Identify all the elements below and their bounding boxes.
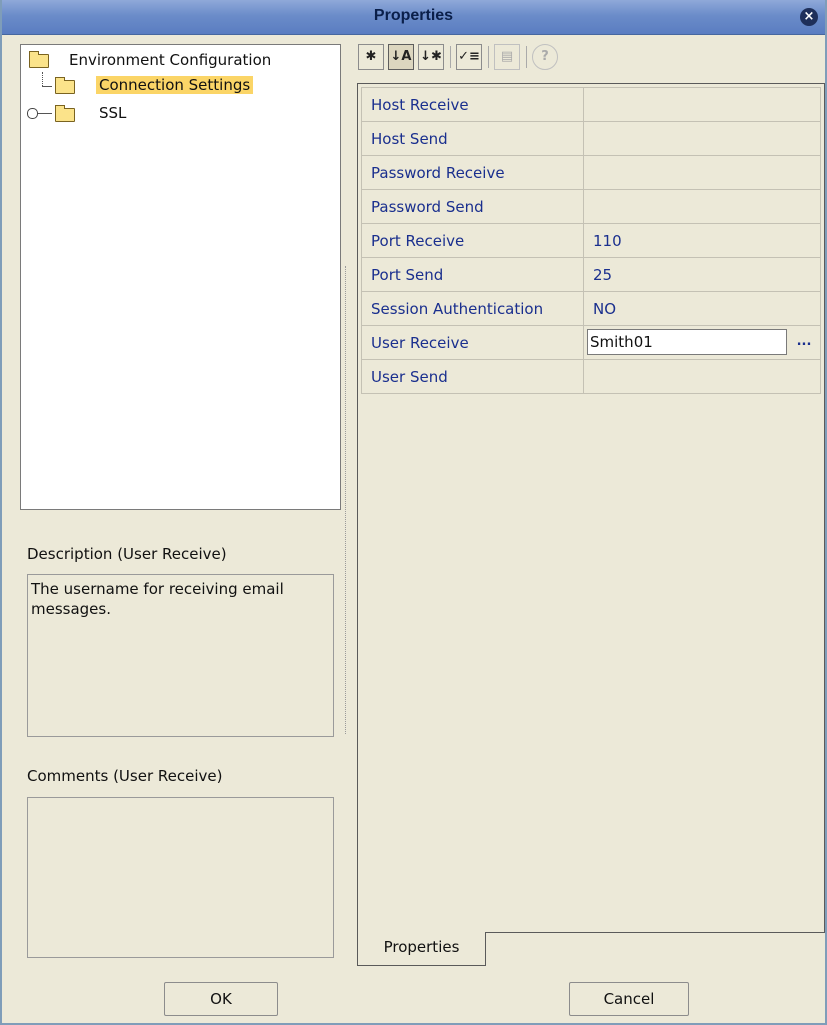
tab-properties[interactable]: Properties <box>357 932 486 966</box>
property-page-icon[interactable]: ▤ <box>494 44 520 70</box>
table-row[interactable]: Port Send 25 <box>361 257 821 292</box>
tree-connector <box>42 72 43 86</box>
ok-button[interactable]: OK <box>164 982 278 1016</box>
toolbar-separator <box>526 46 527 68</box>
description-box: The username for receiving email message… <box>27 574 334 737</box>
ellipsis-button[interactable]: ... <box>794 331 814 353</box>
property-name: Host Send <box>361 121 584 156</box>
sort-az-icon[interactable]: ↓A <box>388 44 414 70</box>
tree-item-ssl[interactable]: SSL <box>51 103 251 125</box>
property-value[interactable] <box>583 155 821 190</box>
property-value[interactable]: NO <box>583 291 821 326</box>
property-name: Port Send <box>361 257 584 292</box>
sort-custom-icon[interactable]: ↓✱ <box>418 44 444 70</box>
property-name: Host Receive <box>361 87 584 122</box>
property-name: Port Receive <box>361 223 584 258</box>
property-value[interactable]: 110 <box>583 223 821 258</box>
property-value[interactable] <box>583 87 821 122</box>
property-name: User Send <box>361 359 584 394</box>
property-name: Session Authentication <box>361 291 584 326</box>
table-row[interactable]: User Receive Smith01 ... <box>361 325 821 360</box>
tree-item-environment-configuration[interactable]: Environment Configuration <box>25 49 335 71</box>
comments-field[interactable] <box>27 797 334 958</box>
checklist-icon[interactable]: ✓≡ <box>456 44 482 70</box>
user-receive-input[interactable]: Smith01 <box>587 329 787 355</box>
property-name: User Receive <box>361 325 584 360</box>
panel-splitter[interactable] <box>345 266 349 734</box>
table-row[interactable]: Password Receive <box>361 155 821 190</box>
toolbar-separator <box>488 46 489 68</box>
close-icon[interactable]: × <box>800 8 818 26</box>
title-bar[interactable]: Properties × <box>2 0 825 35</box>
window-title: Properties <box>373 7 454 24</box>
tree-connector <box>38 113 52 114</box>
property-table: Host Receive Host Send Password Receive … <box>361 87 821 394</box>
expand-icon[interactable] <box>27 108 38 119</box>
property-value[interactable]: 25 <box>583 257 821 292</box>
table-row[interactable]: User Send <box>361 359 821 394</box>
folder-icon <box>55 105 75 122</box>
tree-item-label: Environment Configuration <box>69 51 272 69</box>
toolbar-separator <box>450 46 451 68</box>
description-label: Description (User Receive) <box>27 545 227 563</box>
table-row[interactable]: Password Send <box>361 189 821 224</box>
comments-label: Comments (User Receive) <box>27 767 223 785</box>
table-row[interactable]: Host Send <box>361 121 821 156</box>
table-row[interactable]: Session Authentication NO <box>361 291 821 326</box>
property-sheet: Host Receive Host Send Password Receive … <box>357 83 825 933</box>
property-value[interactable] <box>583 189 821 224</box>
configuration-tree: Environment Configuration Connection Set… <box>20 44 341 510</box>
property-name: Password Receive <box>361 155 584 190</box>
tree-item-label: Connection Settings <box>96 76 254 94</box>
tree-item-connection-settings[interactable]: Connection Settings <box>51 75 291 97</box>
cancel-button[interactable]: Cancel <box>569 982 689 1016</box>
tree-item-label: SSL <box>99 104 127 122</box>
property-value[interactable] <box>583 359 821 394</box>
help-icon[interactable]: ? <box>532 44 558 70</box>
categorized-icon[interactable]: ✱ <box>358 44 384 70</box>
properties-window: Properties × Environment Configuration C… <box>0 0 827 1025</box>
table-row[interactable]: Port Receive 110 <box>361 223 821 258</box>
table-row[interactable]: Host Receive <box>361 87 821 122</box>
property-value[interactable] <box>583 121 821 156</box>
folder-icon <box>29 51 49 68</box>
property-name: Password Send <box>361 189 584 224</box>
folder-icon <box>55 77 75 94</box>
property-value-cell: Smith01 ... <box>583 325 821 360</box>
